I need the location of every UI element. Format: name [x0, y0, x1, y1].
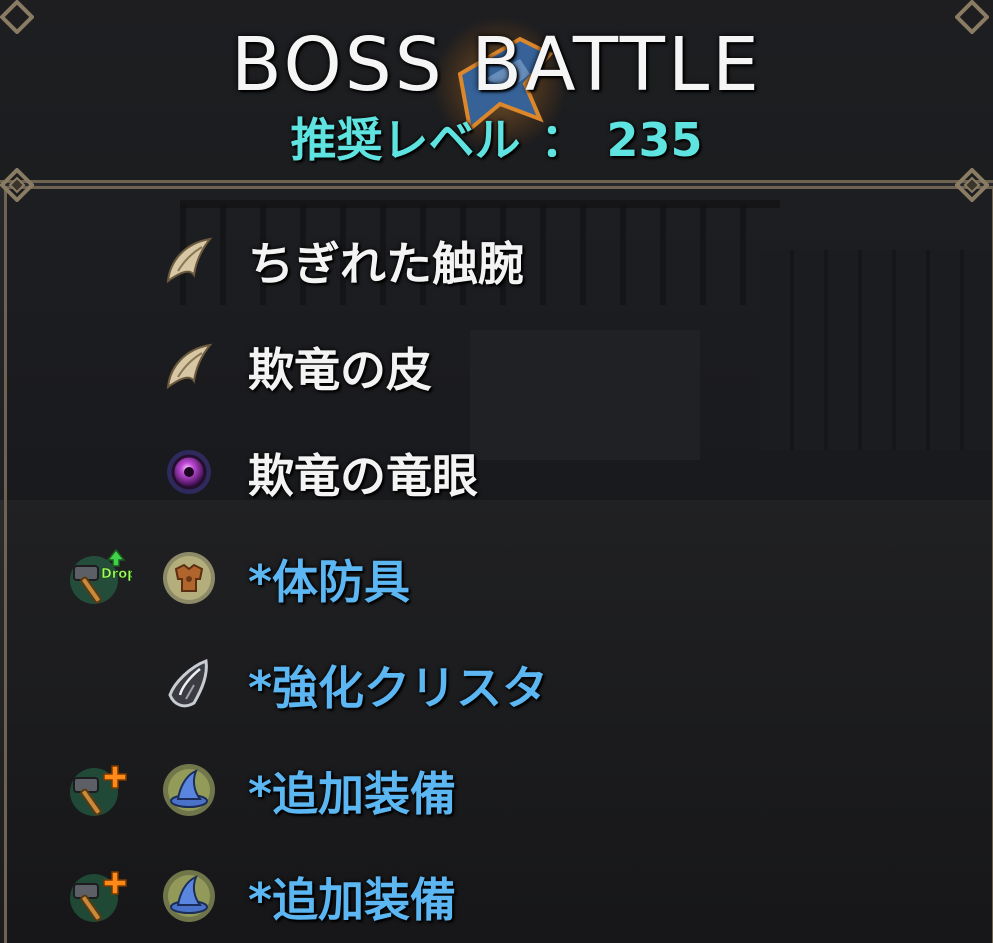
reward-item-label: ちぎれた触腕 — [248, 237, 524, 291]
recommended-level: 推奨レベル ： 235 — [0, 104, 993, 170]
purple-orb-icon — [167, 450, 211, 494]
crystal-icon — [168, 658, 208, 708]
reward-item[interactable]: 欺竜の皮 — [0, 320, 993, 400]
corner-ornament-icon — [955, 168, 989, 202]
reward-item-label: *体防具 — [248, 555, 411, 609]
reward-item-label: 欺竜の竜眼 — [248, 449, 478, 503]
corner-ornament-icon — [955, 0, 989, 34]
hammer-plus-icon — [70, 765, 127, 816]
drop-badge: Drop — [101, 567, 132, 582]
reward-item-label: *追加装備 — [248, 873, 457, 927]
reward-item[interactable]: *強化クリスタ — [0, 638, 993, 718]
hammer-plus-icon — [70, 871, 127, 922]
page-title: BOSS BATTLE — [231, 22, 762, 108]
reward-item[interactable]: *追加装備 — [0, 744, 993, 824]
hammer-drop-up-icon: Drop — [70, 548, 132, 604]
claw-icon — [166, 237, 213, 284]
reward-item[interactable]: 欺竜の竜眼 — [0, 426, 993, 506]
wizard-hat-icon — [163, 764, 215, 816]
wizard-hat-icon — [163, 870, 215, 922]
boss-battle-header: BOSS BATTLE 推奨レベル ： 235 — [0, 0, 993, 183]
recommended-level-label: 推奨レベル — [290, 113, 521, 167]
reward-item[interactable]: *追加装備 — [0, 850, 993, 930]
corner-ornament-icon — [0, 0, 34, 34]
recommended-level-value: 235 — [606, 113, 703, 167]
reward-item-label: *強化クリスタ — [248, 661, 549, 715]
corner-ornament-icon — [0, 168, 34, 202]
reward-item-label: *追加装備 — [248, 767, 457, 821]
reward-item-label: 欺竜の皮 — [248, 343, 432, 397]
claw-icon — [166, 343, 213, 390]
reward-item[interactable]: ちぎれた触腕 — [0, 214, 993, 294]
recommended-level-separator: ： — [540, 113, 587, 167]
body-armor-icon — [163, 552, 215, 604]
reward-item[interactable]: Drop *体防具 — [0, 532, 993, 612]
